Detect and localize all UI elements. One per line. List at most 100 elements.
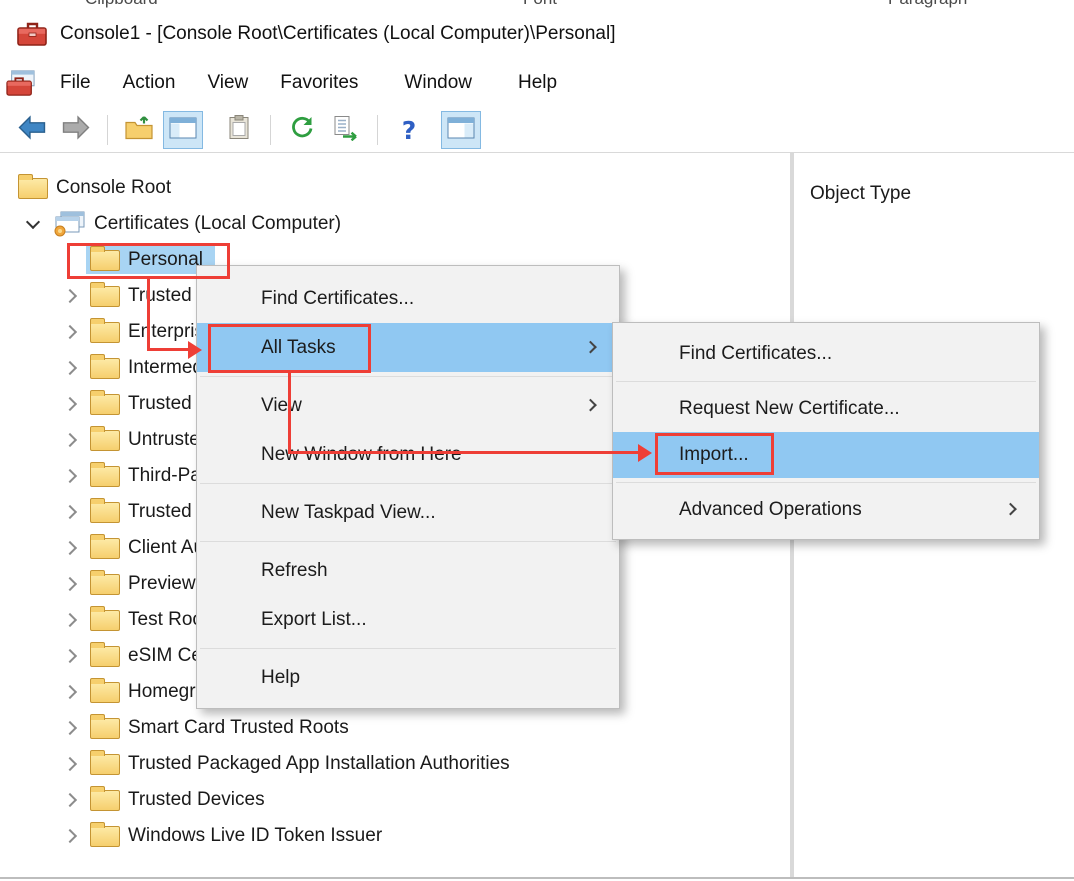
tree-item-certificates-local-computer[interactable]: Certificates (Local Computer) — [0, 206, 790, 242]
menu-view[interactable]: View — [191, 66, 264, 100]
menu-item-help[interactable]: Help — [197, 653, 619, 702]
folder-icon — [90, 646, 120, 667]
annotation-arrow2-vertical-line — [288, 373, 291, 453]
show-action-pane-button[interactable] — [441, 111, 481, 149]
folder-icon — [90, 466, 120, 487]
menu-favorites[interactable]: Favorites — [264, 66, 374, 100]
menu-action[interactable]: Action — [107, 66, 192, 100]
folder-icon — [90, 394, 120, 415]
chevron-right-icon[interactable] — [52, 461, 90, 491]
window-bottom-edge — [0, 877, 1074, 879]
tree-item-windows-live-id-token-issuer[interactable]: Windows Live ID Token Issuer — [0, 818, 790, 854]
help-button[interactable]: ? — [389, 111, 429, 149]
back-button[interactable] — [12, 111, 52, 149]
annotation-arrow1-vertical-line — [147, 279, 150, 351]
chevron-right-icon[interactable] — [52, 677, 90, 707]
tree-item-label: Certificates (Local Computer) — [94, 213, 341, 235]
chevron-right-icon[interactable] — [52, 353, 90, 383]
chevron-right-icon[interactable] — [52, 713, 90, 743]
chevron-right-icon[interactable] — [52, 605, 90, 635]
chevron-right-icon[interactable] — [52, 497, 90, 527]
title-bar: Console1 - [Console Root\Certificates (L… — [0, 10, 1074, 58]
annotation-box-import — [655, 433, 774, 475]
menu-separator — [616, 381, 1036, 382]
submenu-item-request-new-certificate[interactable]: Request New Certificate... — [613, 386, 1039, 432]
window-title: Console1 - [Console Root\Certificates (L… — [60, 23, 615, 45]
submenu-item-advanced-operations[interactable]: Advanced Operations — [613, 487, 1039, 533]
menu-item-label: New Taskpad View... — [261, 502, 436, 524]
export-list-icon — [332, 114, 360, 146]
forward-button[interactable] — [56, 111, 96, 149]
menu-item-new-taskpad-view[interactable]: New Taskpad View... — [197, 488, 619, 537]
folder-icon — [90, 430, 120, 451]
chevron-right-icon[interactable] — [52, 281, 90, 311]
folder-icon — [18, 178, 48, 199]
chevron-right-icon[interactable] — [52, 389, 90, 419]
forward-icon — [60, 114, 92, 146]
clipboard-button[interactable] — [219, 111, 259, 149]
folder-icon — [90, 682, 120, 703]
chevron-down-icon[interactable] — [14, 209, 52, 239]
menu-item-find-certificates[interactable]: Find Certificates... — [197, 274, 619, 323]
annotation-arrow1-head — [188, 341, 202, 359]
menu-help[interactable]: Help — [502, 66, 573, 100]
folder-icon — [90, 502, 120, 523]
chevron-right-icon[interactable] — [52, 425, 90, 455]
back-icon — [16, 114, 48, 146]
annotation-arrow2-head — [638, 444, 652, 462]
tree-item-label: Windows Live ID Token Issuer — [128, 825, 382, 847]
chevron-right-icon[interactable] — [52, 821, 90, 851]
chevron-right-icon[interactable] — [52, 533, 90, 563]
folder-icon — [90, 610, 120, 631]
submenu-item-find-certificates[interactable]: Find Certificates... — [613, 331, 1039, 377]
chevron-right-icon[interactable] — [52, 317, 90, 347]
chevron-right-icon[interactable] — [52, 785, 90, 815]
menu-item-export-list[interactable]: Export List... — [197, 595, 619, 644]
menu-separator — [200, 541, 616, 542]
console-small-icon — [6, 69, 36, 97]
menu-item-label: View — [261, 395, 302, 417]
annotation-box-personal — [67, 243, 230, 279]
tree-item-label: Console Root — [56, 177, 171, 199]
help-icon: ? — [402, 116, 417, 145]
chevron-right-icon[interactable] — [52, 641, 90, 671]
tree-item-trusted-devices[interactable]: Trusted Devices — [0, 782, 790, 818]
menu-item-new-window-from-here[interactable]: New Window from Here — [197, 430, 619, 479]
menu-file[interactable]: File — [44, 66, 107, 100]
menu-item-label: Request New Certificate... — [679, 398, 900, 420]
menu-bar: File Action View Favorites Window Help — [0, 58, 1074, 108]
chevron-right-icon — [1004, 503, 1017, 516]
menu-item-label: New Window from Here — [261, 444, 462, 466]
annotation-box-all-tasks — [208, 324, 371, 373]
refresh-button[interactable] — [282, 111, 322, 149]
certificates-store-icon — [52, 211, 86, 237]
up-one-level-button[interactable] — [119, 111, 159, 149]
tree-item-label: Smart Card Trusted Roots — [128, 717, 349, 739]
folder-icon — [90, 322, 120, 343]
menu-item-view[interactable]: View — [197, 381, 619, 430]
show-console-tree-button[interactable] — [163, 111, 203, 149]
folder-icon — [90, 538, 120, 559]
menu-separator — [200, 648, 616, 649]
tree-item-console-root[interactable]: Console Root — [0, 170, 790, 206]
menu-item-label: Find Certificates... — [261, 288, 414, 310]
folder-icon — [90, 718, 120, 739]
menu-item-label: Refresh — [261, 560, 328, 582]
annotation-arrow1-horizontal-line — [147, 348, 190, 351]
ribbon-label-font: Font — [523, 0, 557, 9]
annotation-arrow2-horizontal-line — [288, 451, 640, 454]
tree-item-trusted-packaged-app[interactable]: Trusted Packaged App Installation Author… — [0, 746, 790, 782]
object-type-column-header[interactable]: Object Type — [794, 153, 1074, 205]
menu-item-label: Advanced Operations — [679, 499, 862, 521]
chevron-right-icon[interactable] — [52, 569, 90, 599]
export-list-button[interactable] — [326, 111, 366, 149]
ribbon-label-paragraph: Paragraph — [888, 0, 967, 9]
tree-item-smart-card-trusted-roots[interactable]: Smart Card Trusted Roots — [0, 710, 790, 746]
folder-icon — [90, 574, 120, 595]
folder-icon — [90, 826, 120, 847]
menu-item-label: Find Certificates... — [679, 343, 832, 365]
menu-window[interactable]: Window — [388, 66, 488, 100]
menu-item-refresh[interactable]: Refresh — [197, 546, 619, 595]
chevron-right-icon[interactable] — [52, 749, 90, 779]
chevron-right-icon — [584, 398, 597, 411]
